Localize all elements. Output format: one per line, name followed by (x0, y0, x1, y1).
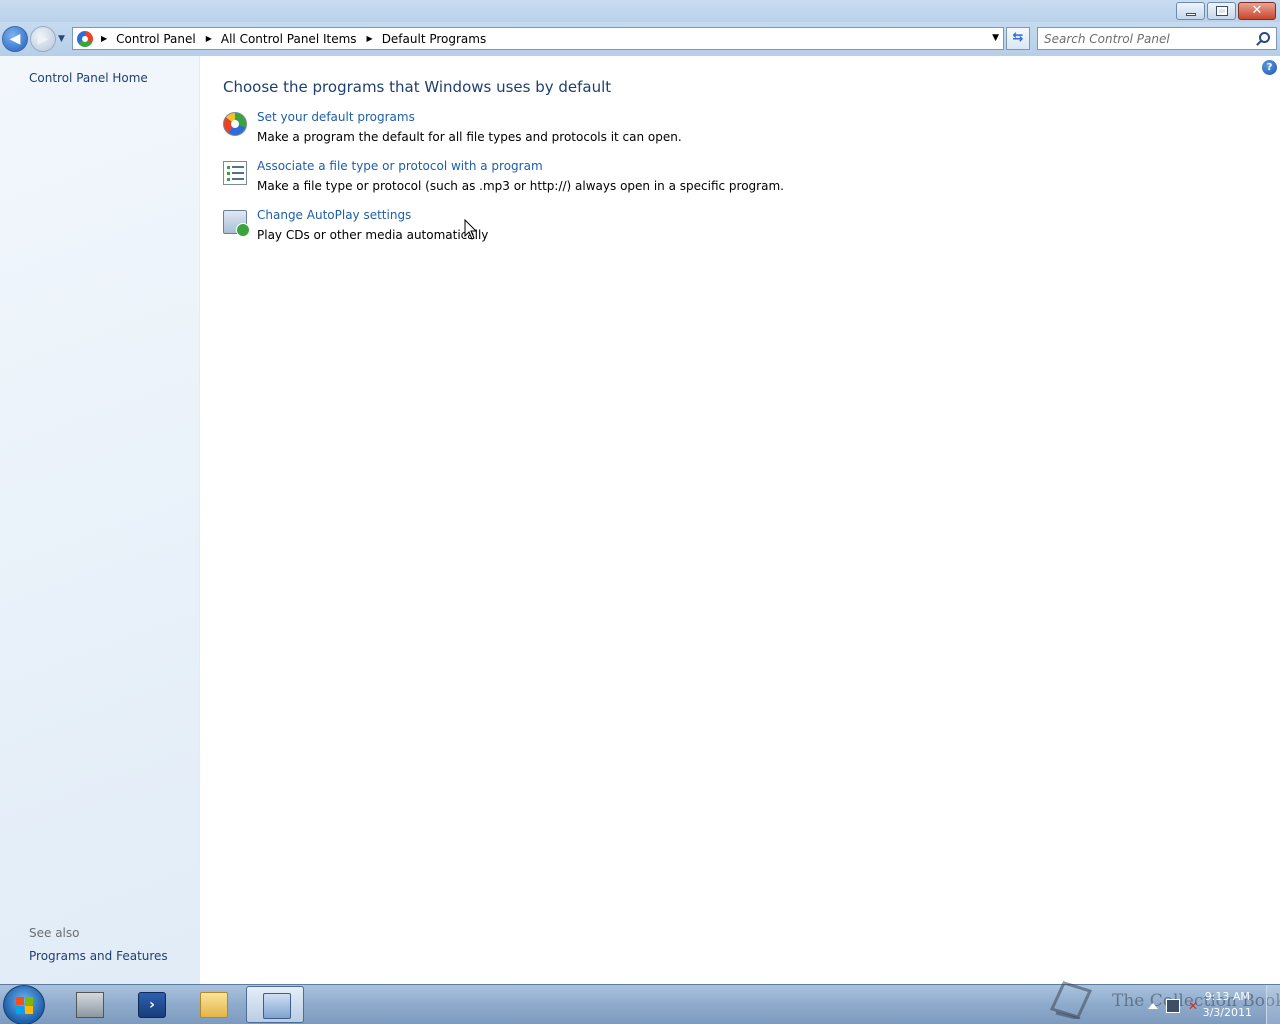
help-icon[interactable]: ? (1262, 60, 1277, 75)
refresh-button[interactable]: ⇆ (1006, 27, 1030, 50)
breadcrumb-chevron-icon[interactable]: ▶ (101, 34, 107, 43)
breadcrumb-control-panel[interactable]: Control Panel (116, 32, 196, 46)
start-button[interactable] (3, 985, 45, 1024)
breadcrumb: ▶ Control Panel ▶ All Control Panel Item… (97, 28, 486, 49)
taskbar: › The Collection Book ✕ 9:13 AM 3/3/2011 (0, 981, 1280, 1024)
volume-muted-icon[interactable]: ✕ (1188, 999, 1202, 1013)
clock-date: 3/3/2011 (1202, 1006, 1252, 1019)
forward-arrow-icon: ▶ (37, 31, 49, 47)
associate-file-type-link[interactable]: Associate a file type or protocol with a… (257, 159, 543, 173)
refresh-icon: ⇆ (1012, 30, 1024, 45)
task-change-autoplay: Change AutoPlay settings Play CDs or oth… (223, 208, 823, 248)
address-bar[interactable]: ▶ Control Panel ▶ All Control Panel Item… (72, 27, 1004, 50)
breadcrumb-chevron-icon[interactable]: ▶ (206, 34, 212, 43)
restore-icon (1216, 6, 1228, 16)
network-icon[interactable] (1166, 999, 1180, 1013)
show-hidden-icons-chevron-up-icon[interactable] (1148, 1003, 1158, 1009)
control-panel-icon (263, 993, 291, 1019)
breadcrumb-chevron-icon[interactable]: ▶ (367, 34, 373, 43)
close-icon: ✕ (1251, 3, 1263, 18)
search-input[interactable] (1044, 30, 1249, 47)
system-clock[interactable]: 9:13 AM 3/3/2011 (1203, 989, 1252, 1021)
programs-and-features-link[interactable]: Programs and Features (29, 949, 168, 963)
default-programs-icon (223, 112, 247, 136)
tray-icons: ✕ (1148, 999, 1202, 1013)
recent-pages-chevron-down-icon[interactable]: ▼ (58, 34, 65, 44)
search-box[interactable] (1037, 27, 1277, 50)
windows-logo-icon (16, 997, 34, 1015)
navigation-bar: ◀ ▶ ▼ ▶ Control Panel ▶ All Control Pane… (0, 22, 1280, 56)
taskbar-server-manager[interactable] (60, 986, 118, 1023)
page-title: Choose the programs that Windows uses by… (223, 78, 612, 96)
change-autoplay-settings-link[interactable]: Change AutoPlay settings (257, 208, 411, 222)
forward-button[interactable]: ▶ (30, 26, 56, 52)
powershell-icon: › (138, 992, 166, 1018)
server-manager-icon (76, 992, 104, 1018)
back-button[interactable]: ◀ (2, 26, 28, 52)
taskbar-control-panel[interactable] (246, 986, 304, 1023)
task-description: Play CDs or other media automatically (257, 228, 489, 242)
control-panel-icon (77, 31, 93, 47)
taskbar-explorer[interactable] (184, 986, 242, 1023)
search-icon[interactable] (1259, 32, 1270, 43)
breadcrumb-default-programs[interactable]: Default Programs (382, 32, 487, 46)
address-dropdown-chevron-down-icon[interactable]: ▼ (992, 33, 999, 43)
minimize-icon (1186, 13, 1196, 16)
task-description: Make a program the default for all file … (257, 130, 682, 144)
left-pane: Control Panel Home See also Programs and… (0, 56, 200, 984)
title-bar: ✕ (0, 0, 1280, 22)
task-description: Make a file type or protocol (such as .m… (257, 179, 784, 193)
main-content: ? Choose the programs that Windows uses … (201, 56, 1280, 984)
breadcrumb-all-items[interactable]: All Control Panel Items (221, 32, 357, 46)
control-panel-home-link[interactable]: Control Panel Home (29, 71, 148, 85)
task-set-default-programs: Set your default programs Make a program… (223, 110, 823, 150)
explorer-folder-icon (200, 992, 228, 1018)
window-controls: ✕ (1174, 2, 1276, 20)
show-desktop-button[interactable] (1266, 985, 1280, 1024)
file-association-icon (223, 161, 247, 185)
autoplay-icon (223, 210, 250, 237)
set-default-programs-link[interactable]: Set your default programs (257, 110, 415, 124)
clock-time: 9:13 AM (1204, 990, 1250, 1003)
close-button[interactable]: ✕ (1238, 2, 1276, 20)
notification-area: The Collection Book ✕ 9:13 AM 3/3/2011 (1020, 981, 1280, 1024)
minimize-button[interactable] (1176, 2, 1205, 20)
back-arrow-icon: ◀ (9, 31, 21, 47)
task-associate-file-type: Associate a file type or protocol with a… (223, 159, 823, 199)
restore-button[interactable] (1207, 2, 1236, 20)
book-logo-icon (1049, 981, 1093, 1019)
see-also-label: See also (29, 926, 80, 940)
taskbar-powershell[interactable]: › (122, 986, 180, 1023)
